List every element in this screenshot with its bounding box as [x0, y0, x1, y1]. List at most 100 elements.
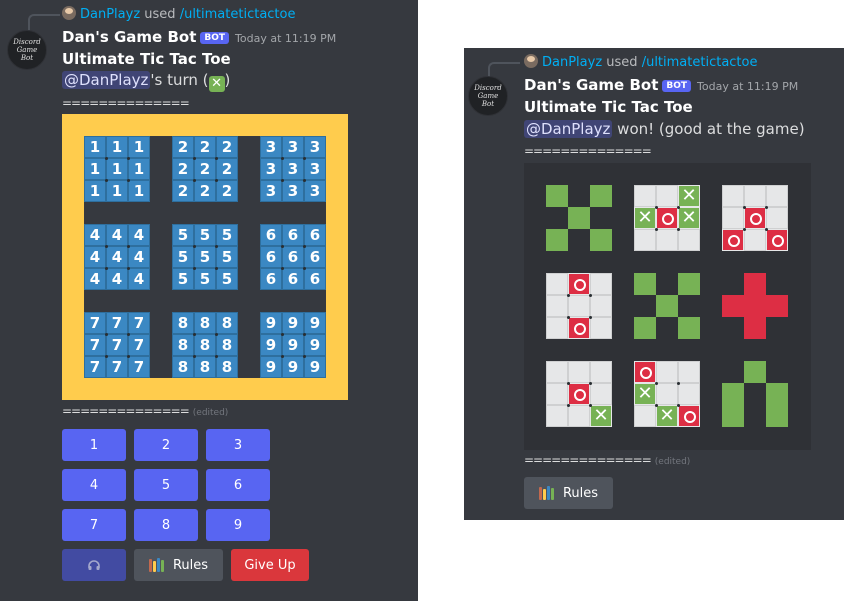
subgrid-cell: 9 — [260, 334, 282, 356]
avatar-text-2: Game — [477, 92, 499, 100]
x-mark: ✕ — [678, 207, 700, 229]
won-block — [722, 383, 744, 405]
headphones-button[interactable] — [62, 549, 126, 581]
user-avatar-icon — [62, 6, 76, 20]
reply-username[interactable]: DanPlayz — [542, 55, 602, 70]
empty-cell — [634, 295, 656, 317]
move-button-3[interactable]: 3 — [206, 429, 270, 461]
grid-dot — [655, 404, 658, 407]
subgrid-cell: 6 — [260, 224, 282, 246]
move-button-7[interactable]: 7 — [62, 509, 126, 541]
subgrid-cell: 5 — [194, 246, 216, 268]
subgrid-cell: 5 — [172, 268, 194, 290]
grid-dot — [215, 333, 218, 336]
won-block — [590, 229, 612, 251]
slash-command[interactable]: /ultimatetictactoe — [180, 7, 296, 22]
grid-dot — [127, 333, 130, 336]
headphones-icon — [88, 560, 100, 570]
subgrid-cell: 2 — [216, 136, 238, 158]
empty-cell — [766, 273, 788, 295]
subgrid-cell: 1 — [128, 180, 150, 202]
subgrid-cell: 4 — [128, 224, 150, 246]
grid-dot — [215, 355, 218, 358]
subgrid-cell: 9 — [260, 356, 282, 378]
o-mark — [568, 317, 590, 339]
grid-dot — [105, 157, 108, 160]
user-avatar-icon — [524, 54, 538, 68]
subgrid-cell: 1 — [84, 180, 106, 202]
subgrid-cell: 6 — [304, 224, 326, 246]
subgrid-cell: 8 — [172, 312, 194, 334]
grid-dot — [567, 294, 570, 297]
subgrid-cell: 9 — [304, 312, 326, 334]
divider-top: ============== — [524, 144, 652, 158]
subgrid-cell: 4 — [106, 268, 128, 290]
won-block — [744, 317, 766, 339]
subgrid-cell: 4 — [128, 246, 150, 268]
empty-cell — [722, 273, 744, 295]
user-mention[interactable]: @DanPlayz — [62, 71, 151, 89]
grid-dot — [193, 245, 196, 248]
blank-cell — [766, 207, 788, 229]
author-name[interactable]: Dan's Game Bot — [524, 76, 658, 94]
result-subgrid-8: ✕ ✕ — [634, 361, 700, 427]
author-name[interactable]: Dan's Game Bot — [62, 28, 196, 46]
move-button-9[interactable]: 9 — [206, 509, 270, 541]
subgrid-cell: 1 — [106, 180, 128, 202]
result-subgrid-2: ✕ ✕ ✕ — [634, 185, 700, 251]
win-text: won! (good at the game) — [612, 120, 805, 138]
won-block — [766, 383, 788, 405]
won-block — [722, 295, 744, 317]
rules-label: Rules — [562, 485, 599, 501]
rules-button[interactable]: Rules — [524, 477, 613, 509]
subgrid-cell: 3 — [304, 180, 326, 202]
slash-command[interactable]: /ultimatetictactoe — [642, 55, 758, 70]
bot-badge: BOT — [200, 32, 230, 44]
divider-top: ============== — [62, 96, 190, 110]
empty-cell — [744, 383, 766, 405]
o-mark — [634, 361, 656, 383]
grid-dot — [105, 333, 108, 336]
reply-line: DanPlayz used /ultimatetictactoe — [524, 54, 757, 70]
subgrid-2: 222222222 — [172, 136, 238, 202]
blank-cell — [590, 273, 612, 295]
reply-username[interactable]: DanPlayz — [80, 7, 140, 22]
blank-cell — [546, 383, 568, 405]
bot-avatar[interactable]: Discord Game Bot — [7, 30, 47, 70]
grid-dot — [193, 179, 196, 182]
subgrid-cell: 4 — [84, 268, 106, 290]
user-mention[interactable]: @DanPlayz — [524, 120, 613, 138]
blank-cell — [568, 405, 590, 427]
x-mark: ✕ — [590, 405, 612, 427]
x-mark: ✕ — [656, 405, 678, 427]
move-button-8[interactable]: 8 — [134, 509, 198, 541]
grid-dot — [567, 316, 570, 319]
grid-dot — [193, 355, 196, 358]
subgrid-cell: 8 — [216, 356, 238, 378]
blank-cell — [546, 317, 568, 339]
o-mark — [766, 229, 788, 251]
subgrid-cell: 9 — [304, 334, 326, 356]
grid-dot — [303, 157, 306, 160]
game-title: Ultimate Tic Tac Toe — [62, 50, 231, 68]
give-up-button[interactable]: Give Up — [231, 549, 309, 581]
rules-label: Rules — [172, 557, 209, 573]
subgrid-cell: 1 — [84, 136, 106, 158]
subgrid-cell: 7 — [84, 334, 106, 356]
subgrid-cell: 1 — [84, 158, 106, 180]
rules-button[interactable]: Rules — [134, 549, 223, 581]
blank-cell — [546, 273, 568, 295]
bot-avatar[interactable]: Discord Game Bot — [468, 76, 508, 116]
subgrid-cell: 3 — [260, 180, 282, 202]
o-mark — [722, 229, 744, 251]
move-button-5[interactable]: 5 — [134, 469, 198, 501]
subgrid-cell: 3 — [282, 136, 304, 158]
blank-cell — [678, 361, 700, 383]
turn-status: @DanPlayz's turn (✕) — [62, 71, 230, 92]
grid-dot — [589, 294, 592, 297]
move-button-2[interactable]: 2 — [134, 429, 198, 461]
empty-cell — [678, 295, 700, 317]
move-button-6[interactable]: 6 — [206, 469, 270, 501]
move-button-4[interactable]: 4 — [62, 469, 126, 501]
move-button-1[interactable]: 1 — [62, 429, 126, 461]
